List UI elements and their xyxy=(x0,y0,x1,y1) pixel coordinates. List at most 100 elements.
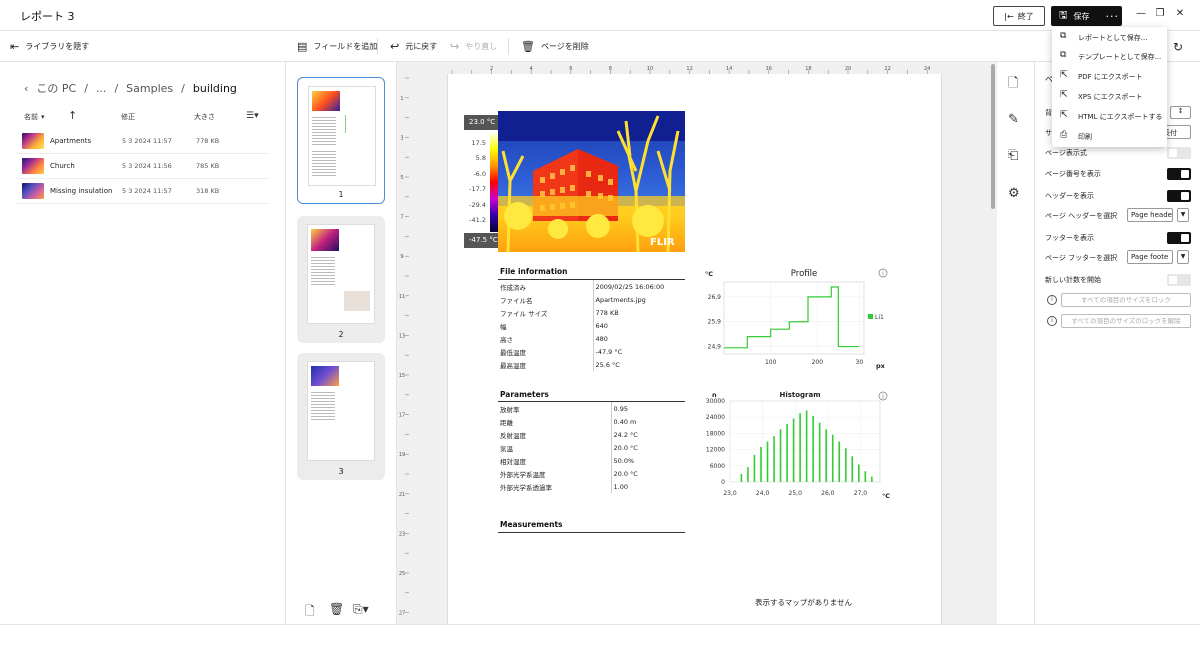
table-row: 距離 0.40 m xyxy=(498,415,640,428)
menu-item-save-report[interactable]: ⧉ レポートとして保存... xyxy=(1052,27,1167,47)
dropdown-arrow-icon[interactable]: ▼ xyxy=(1177,208,1189,222)
property-row: 新しい計数を開始 xyxy=(1045,271,1193,289)
show-page-number-toggle[interactable] xyxy=(1167,168,1191,180)
thermal-image[interactable] xyxy=(498,111,685,252)
table-key: 反射温度 xyxy=(498,428,612,441)
histogram-bar xyxy=(844,448,847,482)
column-header-name[interactable]: 名前 ▾ xyxy=(24,112,45,122)
refresh-icon[interactable]: ↻ xyxy=(1173,40,1183,54)
histogram-bar xyxy=(773,436,775,482)
property-label: ページ ヘッダーを選択 xyxy=(1045,212,1118,220)
ruler-label: 13 xyxy=(399,333,405,339)
add-field-button[interactable]: ▤ フィールドを追加 xyxy=(297,40,377,53)
menu-item-export-xps[interactable]: ⇱ XPS にエクスポート xyxy=(1052,86,1167,106)
settings-gear-icon[interactable]: ⚙ xyxy=(1008,186,1020,201)
column-header-size[interactable]: 大きさ xyxy=(194,112,215,122)
template-icon: ⧉ xyxy=(1060,50,1067,60)
menu-item-save-template[interactable]: ⧉ テンプレートとして保存... xyxy=(1052,46,1167,66)
page-thumbnail[interactable]: 3 xyxy=(297,353,385,480)
sort-ascending-icon[interactable]: ↑ xyxy=(68,109,77,122)
parameters-table: 放射率 0.95 距離 0.40 m 反射温度 24.2 °C 気温 20.0 °C 相… xyxy=(498,402,640,493)
file-size: 778 KB xyxy=(196,137,220,145)
header-select[interactable]: Page heade xyxy=(1127,208,1173,222)
page-options-icon[interactable]: ⎘▾ xyxy=(353,602,369,617)
delete-page-button[interactable]: 🗑 ページを削除 xyxy=(521,40,589,53)
hide-library-button[interactable]: ⇤ ライブラリを隠す xyxy=(10,40,89,53)
exit-button[interactable]: |← 終了 xyxy=(993,6,1045,26)
ruler-label: 1 xyxy=(400,96,403,102)
table-key: 気温 xyxy=(498,441,612,454)
histogram-bar xyxy=(858,464,860,482)
page-layout-icon[interactable]: ⎗ xyxy=(1008,148,1018,163)
section-divider xyxy=(498,532,685,533)
file-thumbnail xyxy=(22,133,44,149)
table-value: 2009/02/25 16:06:00 xyxy=(595,282,665,291)
table-row: 外部光学系温度 20.0 °C xyxy=(498,467,640,480)
ruler-label: 7 xyxy=(400,215,403,221)
property-label: 新しい計数を開始 xyxy=(1045,276,1101,284)
x-tick-label: 25,0 xyxy=(789,490,803,497)
dropdown-arrow-icon[interactable]: ▼ xyxy=(1177,250,1189,264)
scale-tick: -17.7 xyxy=(469,185,486,193)
page-display-toggle[interactable] xyxy=(1167,147,1191,159)
html-export-icon: ⇱ xyxy=(1060,110,1068,120)
canvas-scrollbar[interactable] xyxy=(991,64,995,209)
property-label: ページ表示式 xyxy=(1045,149,1087,157)
profile-chart[interactable]: Profile °C px 26,9 25,9 24,9 100 200 30 Li1 i xyxy=(700,264,890,376)
menu-item-label: PDF にエクスポート xyxy=(1078,73,1143,81)
file-row[interactable]: Church 5 3 2024 11:56 785 KB xyxy=(16,154,270,179)
page-thumbnail[interactable]: 1 xyxy=(297,77,385,204)
restore-icon[interactable]: ❐ xyxy=(1153,8,1167,19)
add-page-icon[interactable]: 🗋 xyxy=(305,602,315,623)
back-icon[interactable]: ‹ xyxy=(24,82,28,95)
breadcrumb-item[interactable]: ... xyxy=(96,82,107,95)
ruler-label: 15 xyxy=(399,373,405,379)
save-dropdown-menu: ⧉ レポートとして保存... ⧉ テンプレートとして保存... ⇱ PDF にエクスポ… xyxy=(1052,27,1167,147)
redo-button[interactable]: ↪ やり直し xyxy=(450,40,497,53)
histogram-bar xyxy=(747,467,749,482)
edit-style-icon[interactable]: ✎ xyxy=(1008,112,1019,127)
file-date: 5 3 2024 11:57 xyxy=(122,187,172,195)
property-row: ヘッダーを表示 xyxy=(1045,187,1193,205)
ruler-label: 24 xyxy=(924,66,930,72)
info-icon: i xyxy=(1047,316,1057,326)
lock-size-button[interactable]: すべての項目のサイズをロック xyxy=(1061,293,1191,307)
table-row: 最低温度 -47.9 °C xyxy=(498,345,666,358)
breadcrumb-item[interactable]: Samples xyxy=(126,82,173,95)
undo-button[interactable]: ↩ 元に戻す xyxy=(390,40,437,53)
show-header-toggle[interactable] xyxy=(1167,190,1191,202)
minimize-icon[interactable]: — xyxy=(1134,8,1148,19)
delete-page-icon[interactable]: 🗑 xyxy=(329,602,344,616)
menu-item-export-pdf[interactable]: ⇱ PDF にエクスポート xyxy=(1052,66,1167,86)
new-count-toggle[interactable] xyxy=(1167,274,1191,286)
save-button[interactable]: 🖫 保存 ··· xyxy=(1051,6,1122,26)
more-options-icon[interactable]: ··· xyxy=(1106,10,1120,23)
close-icon[interactable]: ✕ xyxy=(1173,8,1187,19)
table-row: 外部光学系透過率 1.00 xyxy=(498,480,640,493)
menu-item-print[interactable]: ⎙ 印刷 xyxy=(1052,126,1167,146)
footer-select[interactable]: Page foote xyxy=(1127,250,1173,264)
breadcrumb-item[interactable]: この PC xyxy=(36,80,76,96)
scale-tick: -29.4 xyxy=(469,201,486,209)
page-number: 1 xyxy=(338,190,344,199)
table-key: ファイル サイズ xyxy=(498,306,594,319)
page-properties-icon[interactable]: 🗋 xyxy=(1008,74,1018,96)
file-row[interactable]: Missing insulation 5 3 2024 11:57 318 KB xyxy=(16,179,270,204)
table-value: 20.0 °C xyxy=(613,469,638,478)
status-bar xyxy=(0,624,1200,648)
table-value: 50.0% xyxy=(613,456,635,465)
page-thumbnail[interactable]: 2 xyxy=(297,216,385,343)
ruler-label: 25 xyxy=(399,571,405,577)
show-footer-toggle[interactable] xyxy=(1167,232,1191,244)
ruler-label: 12 xyxy=(686,66,692,72)
property-select[interactable]: ↕ xyxy=(1170,106,1191,119)
histogram-chart[interactable]: Histogram n °C 0 6000 12000 18000 24000 30000 23,… xyxy=(700,387,895,504)
file-row[interactable]: Apartments 5 3 2024 11:57 778 KB xyxy=(16,129,270,154)
table-value: 1.00 xyxy=(613,482,628,491)
unlock-size-button[interactable]: すべての項目のサイズのロックを解除 xyxy=(1061,314,1191,328)
menu-item-export-html[interactable]: ⇱ HTML にエクスポートする xyxy=(1052,106,1167,126)
view-options-icon[interactable]: ☰▾ xyxy=(246,111,259,121)
column-header-modified[interactable]: 修正 xyxy=(121,112,135,122)
plot-area xyxy=(729,400,881,483)
ruler-label: 20 xyxy=(845,66,851,72)
